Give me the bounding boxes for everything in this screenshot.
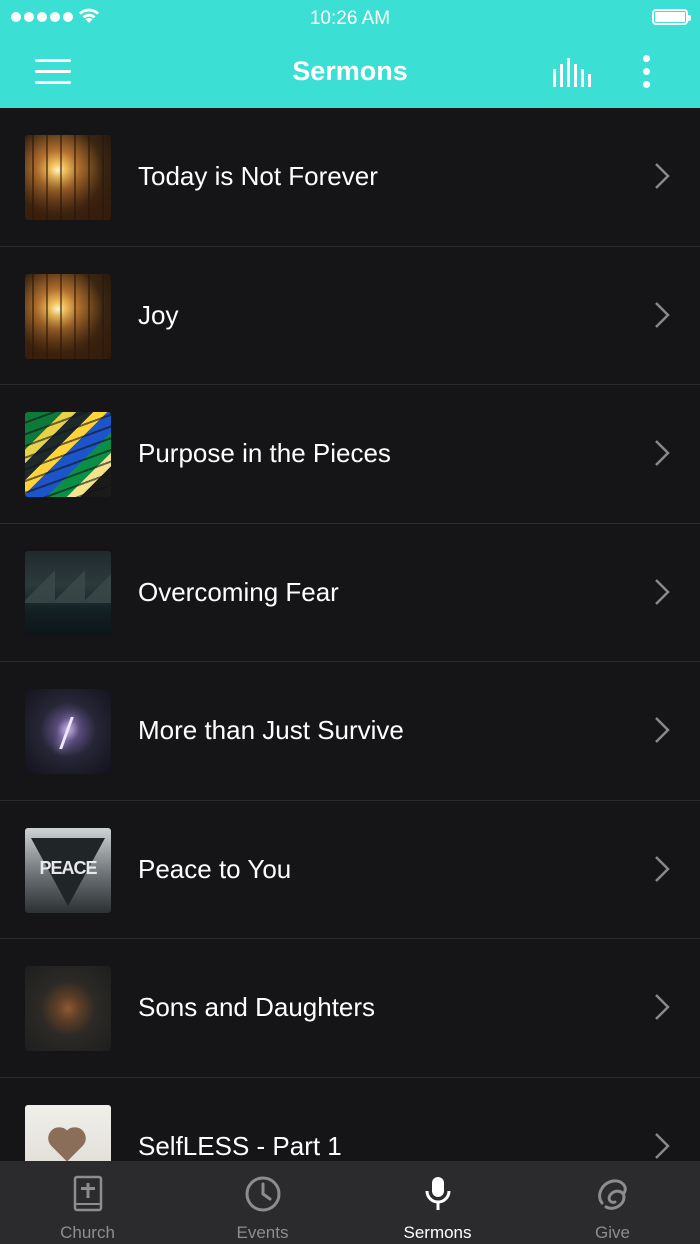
status-bar: 10:26 AM xyxy=(0,0,700,36)
more-options-icon[interactable] xyxy=(634,52,660,92)
sermon-thumbnail xyxy=(25,1104,111,1161)
sermon-title: Purpose in the Pieces xyxy=(138,438,391,468)
chevron-right-icon xyxy=(655,994,670,1020)
sermon-row-overcoming-fear[interactable]: Overcoming Fear xyxy=(0,524,700,662)
sermon-title: Peace to You xyxy=(138,853,292,884)
microphone-icon xyxy=(425,1177,450,1210)
sermon-thumbnail xyxy=(25,135,111,220)
tab-label: Sermons xyxy=(403,1223,472,1242)
sermon-title: More than Just Survive xyxy=(138,715,404,745)
sermon-title: Today is Not Forever xyxy=(138,161,378,191)
sermon-list: Today is Not Forever Joy Purpose in the … xyxy=(0,108,700,1161)
chevron-right-icon xyxy=(655,578,670,605)
sermon-thumbnail xyxy=(25,412,111,497)
clock-icon xyxy=(245,1176,280,1212)
tab-sermons[interactable]: Sermons xyxy=(350,1161,525,1244)
sermon-row-sons-and-daughters[interactable]: Sons and Daughters xyxy=(0,939,700,1078)
battery-icon xyxy=(652,9,691,25)
sermon-row-more-than-just-survive[interactable]: More than Just Survive xyxy=(0,662,700,801)
chevron-right-icon xyxy=(655,1132,670,1159)
sermon-thumbnail: PEACE xyxy=(25,827,111,913)
sermon-title: SelfLESS - Part 1 xyxy=(138,1130,342,1161)
sermon-row-joy[interactable]: Joy xyxy=(0,247,700,385)
sermon-row-purpose-in-the-pieces[interactable]: Purpose in the Pieces xyxy=(0,385,700,524)
sermon-thumbnail xyxy=(25,966,111,1051)
bible-icon xyxy=(73,1175,102,1212)
sermon-row-peace-to-you[interactable]: PEACE Peace to You xyxy=(0,801,700,939)
audio-bars-icon[interactable] xyxy=(549,56,595,90)
tab-label: Events xyxy=(236,1223,289,1242)
status-time: 10:26 AM xyxy=(309,8,391,29)
sermon-title: Overcoming Fear xyxy=(138,576,339,607)
tab-events[interactable]: Events xyxy=(175,1161,350,1244)
chevron-right-icon xyxy=(655,440,670,466)
chevron-right-icon xyxy=(655,163,670,189)
sermon-thumbnail xyxy=(25,689,111,774)
tab-bar: Church Events Sermons Give xyxy=(0,1161,700,1244)
tab-label: Church xyxy=(60,1223,115,1242)
sermon-thumbnail xyxy=(25,273,111,359)
chevron-right-icon xyxy=(655,301,670,328)
give-icon xyxy=(597,1179,627,1210)
sermon-thumbnail xyxy=(25,550,111,636)
sermon-title: Joy xyxy=(138,299,179,330)
tab-church[interactable]: Church xyxy=(0,1161,175,1244)
sermon-row-today-is-not-forever[interactable]: Today is Not Forever xyxy=(0,108,700,247)
sermon-row-selfless-part-1[interactable]: SelfLESS - Part 1 xyxy=(0,1078,700,1161)
page-title: Sermons xyxy=(292,56,408,86)
nav-bar: Sermons xyxy=(0,36,700,108)
tab-label: Give xyxy=(595,1223,630,1242)
tab-give[interactable]: Give xyxy=(525,1161,700,1244)
chevron-right-icon xyxy=(655,855,670,882)
chevron-right-icon xyxy=(655,717,670,743)
sermon-title: Sons and Daughters xyxy=(138,992,376,1022)
thumbnail-text: PEACE xyxy=(39,857,97,878)
